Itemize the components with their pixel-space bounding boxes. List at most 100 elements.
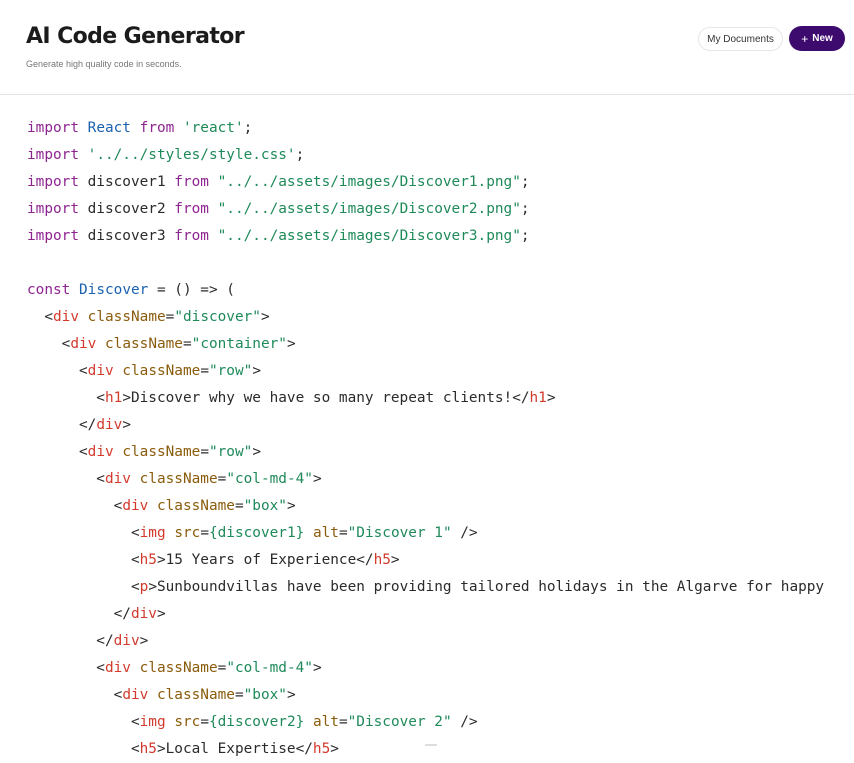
code-token: import xyxy=(27,228,79,244)
code-token: = xyxy=(182,336,192,352)
code-token: < xyxy=(27,579,140,595)
code-token: p xyxy=(139,579,149,595)
code-line: import React from 'react'; xyxy=(27,115,854,142)
code-token: "row" xyxy=(208,363,253,379)
code-token: < xyxy=(27,444,88,460)
code-token: "row" xyxy=(208,444,253,460)
code-token: ; xyxy=(295,147,305,163)
code-line: import discover1 from "../../assets/imag… xyxy=(27,169,854,196)
code-line: <h5>Local Expertise</h5> xyxy=(27,736,854,763)
code-token: </ xyxy=(27,417,97,433)
code-token: = () => ( xyxy=(148,282,235,298)
code-token: h5 xyxy=(373,552,391,568)
code-token: > xyxy=(312,660,322,676)
code-line: <h1>Discover why we have so many repeat … xyxy=(27,385,854,412)
code-token: discover3 xyxy=(78,228,175,244)
code-token: </ xyxy=(27,606,131,622)
code-line: <div className="col-md-4"> xyxy=(27,466,854,493)
code-token: div xyxy=(70,336,97,352)
code-token: "Discover 1" xyxy=(347,525,452,541)
code-token: from xyxy=(139,120,175,136)
code-token: = xyxy=(217,660,227,676)
code-token: </ xyxy=(27,633,114,649)
code-token: import xyxy=(27,147,79,163)
code-token: import xyxy=(27,201,79,217)
code-token: from xyxy=(174,228,209,244)
code-line: <p>Sunboundvillas have been providing ta… xyxy=(27,574,854,601)
code-token: div xyxy=(113,633,140,649)
code-token: < xyxy=(27,714,140,730)
code-token: < xyxy=(27,336,71,352)
code-token: from xyxy=(174,174,209,190)
my-documents-button[interactable]: My Documents xyxy=(698,27,783,51)
code-token: > xyxy=(390,552,400,568)
generated-code-block[interactable]: import React from 'react'; import '../../… xyxy=(27,115,854,763)
code-line: import '../../styles/style.css'; xyxy=(27,142,854,169)
code-line: <div className="box"> xyxy=(27,682,854,709)
code-token: > xyxy=(252,444,261,460)
code-token: div xyxy=(104,471,131,487)
code-token: > xyxy=(330,741,339,757)
new-document-button[interactable]: + New xyxy=(789,26,845,51)
code-token: {discover1} xyxy=(208,525,305,541)
code-token: h5 xyxy=(312,741,331,757)
code-token: >Discover why we have so many repeat cli… xyxy=(122,390,530,406)
code-line: </div> xyxy=(27,628,854,655)
code-line: <div className="container"> xyxy=(27,331,854,358)
code-token: < xyxy=(27,471,105,487)
code-token: "../../assets/images/Discover2.png" xyxy=(217,201,521,217)
code-token: > xyxy=(260,309,270,325)
code-token: < xyxy=(27,687,123,703)
code-token: className xyxy=(156,687,235,703)
code-token: import xyxy=(27,174,79,190)
code-token: < xyxy=(27,660,105,676)
code-token: = xyxy=(200,363,209,379)
code-token: from xyxy=(174,201,209,217)
code-line: <img src={discover1} alt="Discover 1" /> xyxy=(27,520,854,547)
code-token: "col-md-4" xyxy=(226,660,313,676)
code-token: > xyxy=(139,633,149,649)
code-token: h1 xyxy=(529,390,547,406)
code-token: div xyxy=(104,660,131,676)
code-token: >15 Years of Experience</ xyxy=(156,552,374,568)
code-token: = xyxy=(338,525,348,541)
code-token: > xyxy=(156,606,166,622)
code-token: = xyxy=(234,687,244,703)
code-token: > xyxy=(122,417,131,433)
code-token: className xyxy=(122,363,201,379)
code-token: className xyxy=(139,471,218,487)
code-token: div xyxy=(87,363,114,379)
code-token: = xyxy=(200,444,209,460)
code-token: = xyxy=(200,714,209,730)
code-token: h5 xyxy=(139,552,157,568)
code-token: > xyxy=(286,687,296,703)
code-token: ; xyxy=(520,228,530,244)
code-token: h1 xyxy=(104,390,123,406)
plus-icon: + xyxy=(801,31,809,46)
code-line: import discover3 from "../../assets/imag… xyxy=(27,223,854,250)
code-token: div xyxy=(130,606,157,622)
code-token: "container" xyxy=(191,336,287,352)
code-token: < xyxy=(27,498,123,514)
code-token: className xyxy=(122,444,201,460)
code-token: src xyxy=(174,525,201,541)
code-token: < xyxy=(27,525,140,541)
app-header: AI Code Generator Generate high quality … xyxy=(0,0,854,95)
code-token: < xyxy=(27,390,105,406)
code-token: alt xyxy=(312,714,339,730)
code-token: "col-md-4" xyxy=(226,471,313,487)
code-token: React xyxy=(87,120,131,136)
code-token: className xyxy=(105,336,183,352)
code-token: < xyxy=(27,363,88,379)
